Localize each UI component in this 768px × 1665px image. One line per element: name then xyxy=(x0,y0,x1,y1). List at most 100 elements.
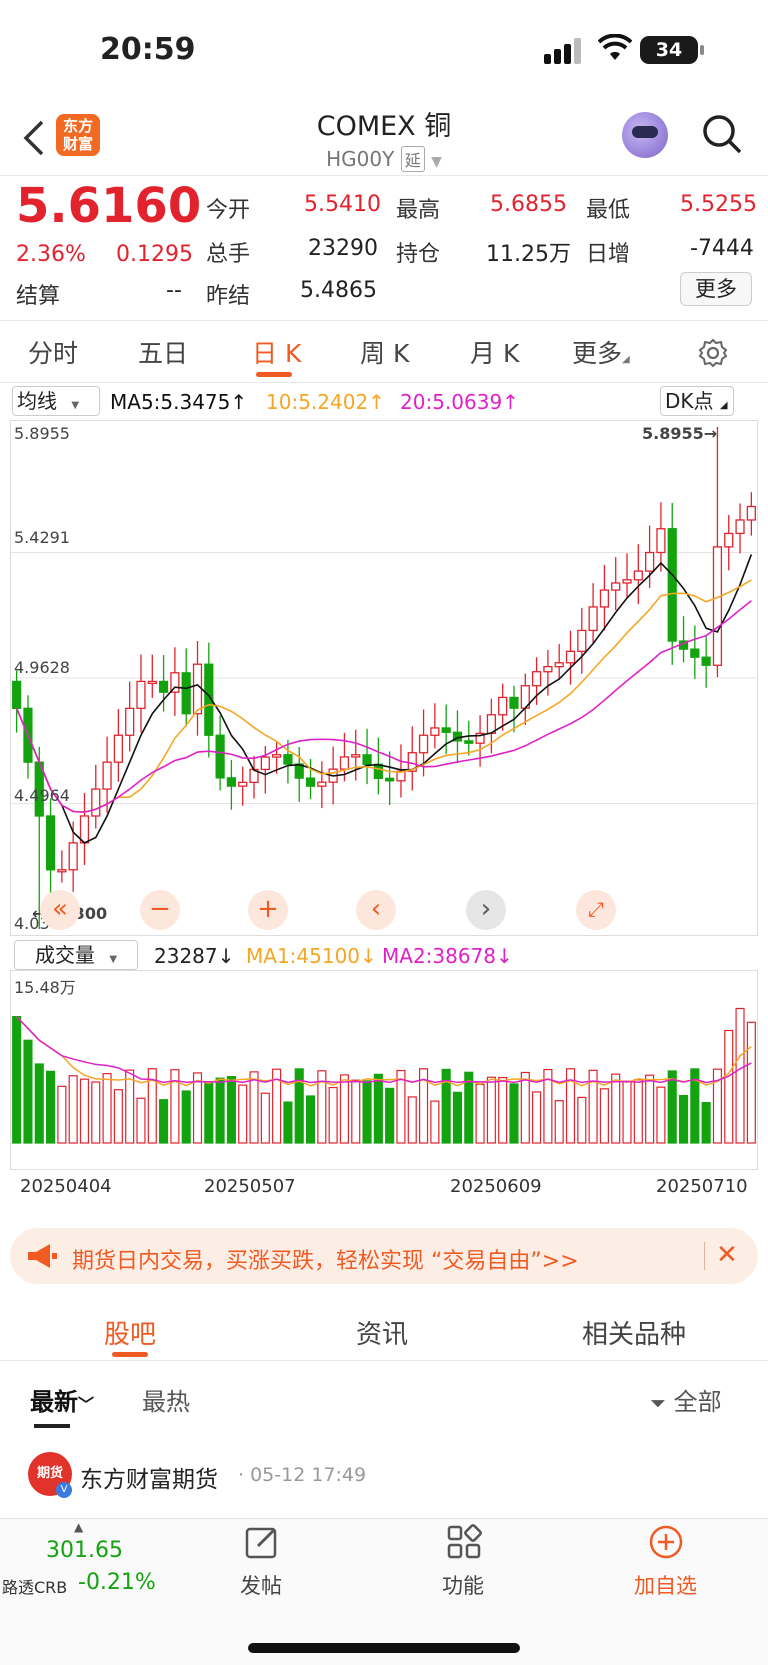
scroll-right-button[interactable]: › xyxy=(466,890,506,930)
volume-chart[interactable] xyxy=(10,970,758,1170)
kline-chart[interactable] xyxy=(10,420,758,936)
volume-bar xyxy=(678,1094,689,1144)
tab-daily-k[interactable]: 日 K xyxy=(252,334,301,370)
contract-code[interactable]: HG00Y 延 ▼ xyxy=(240,146,528,172)
post-button-label[interactable]: 发帖 xyxy=(240,1570,282,1600)
candle-body xyxy=(57,869,67,873)
banner-text[interactable]: 期货日内交易，买涨买跌，轻松实现 “交易自由”>> xyxy=(72,1243,579,1275)
battery-icon: 34 xyxy=(640,36,698,64)
gear-icon[interactable] xyxy=(698,338,728,368)
ma-selector[interactable]: 均线 ▼ xyxy=(12,386,100,416)
low-label: 最低 xyxy=(586,198,631,223)
settle-label: 结算 xyxy=(16,284,61,309)
volume-selector-label: 成交量 xyxy=(35,943,95,967)
date-label: 20250404 xyxy=(20,1176,112,1197)
candle-body xyxy=(622,579,632,584)
candle-body xyxy=(136,680,146,709)
candle-body xyxy=(724,532,734,548)
function-button-label[interactable]: 功能 xyxy=(442,1570,484,1600)
volume-bar xyxy=(238,1084,248,1144)
zoom-in-button[interactable]: + xyxy=(248,890,288,930)
candle-body xyxy=(113,734,123,763)
volume-ma1: MA1:45100↓ xyxy=(246,944,377,968)
volume-ma2-line xyxy=(16,1016,752,1084)
back-button[interactable] xyxy=(22,116,46,167)
scroll-left-far-button[interactable]: « xyxy=(40,890,80,930)
tab-news[interactable]: 资讯 xyxy=(356,1314,408,1351)
candle-body xyxy=(192,663,203,715)
add-circle-icon[interactable] xyxy=(648,1524,684,1560)
sort-underline xyxy=(34,1424,70,1428)
y-tick-label: 5.4291 xyxy=(14,528,70,547)
tab-five-day[interactable]: 五日 xyxy=(138,334,188,370)
divider xyxy=(0,382,768,383)
change-pct: 2.36% xyxy=(16,242,86,267)
sort-latest[interactable]: 最新﹀ xyxy=(30,1382,94,1417)
candle-body xyxy=(12,680,22,709)
close-icon[interactable]: ✕ xyxy=(716,1240,738,1270)
volume-bar xyxy=(645,1074,655,1144)
volume-bar xyxy=(362,1080,372,1144)
candle-body xyxy=(441,727,451,733)
candle-body xyxy=(543,665,553,673)
zoom-out-button[interactable]: − xyxy=(140,890,180,930)
volume-ma2: MA2:38678↓ xyxy=(382,944,513,968)
chevron-left-icon xyxy=(23,120,44,156)
candle-body xyxy=(272,754,282,758)
volume-bar xyxy=(520,1071,530,1144)
filter-icon: ⏷ xyxy=(650,1391,666,1415)
tab-weekly-k[interactable]: 周 K xyxy=(360,334,409,370)
volume-bar xyxy=(407,1096,417,1144)
ma20-line xyxy=(15,600,752,813)
page-title: COMEX 铜 xyxy=(316,111,452,142)
candle-body xyxy=(498,696,508,716)
candle-body xyxy=(701,656,711,666)
volume-bar xyxy=(136,1097,146,1144)
candle-body xyxy=(125,707,135,736)
fullscreen-button[interactable]: ⤢ xyxy=(576,890,616,930)
search-icon[interactable] xyxy=(702,114,742,154)
oi-value: 11.25万 xyxy=(486,242,571,267)
candle-body xyxy=(599,589,610,608)
tab-more[interactable]: 更多◢ xyxy=(572,334,630,370)
grid-icon[interactable] xyxy=(446,1524,482,1560)
candle-body xyxy=(746,505,756,521)
candle-body xyxy=(181,672,191,715)
more-button[interactable]: 更多 xyxy=(680,272,752,306)
candle-body xyxy=(226,777,237,787)
candle-body xyxy=(215,734,225,779)
index-value[interactable]: 301.65 xyxy=(46,1538,123,1563)
volume-bar xyxy=(475,1083,485,1144)
signal-icon xyxy=(544,38,581,64)
tab-guba[interactable]: 股吧 xyxy=(104,1314,156,1351)
date-label: 20250609 xyxy=(450,1176,542,1197)
candle-body xyxy=(79,815,90,844)
volume-bar xyxy=(102,1073,112,1144)
tab-intraday[interactable]: 分时 xyxy=(28,334,78,370)
candle-body xyxy=(430,727,440,736)
tab-related[interactable]: 相关品种 xyxy=(582,1314,686,1351)
add-watchlist-label[interactable]: 加自选 xyxy=(634,1570,697,1600)
volume-bar xyxy=(46,1070,56,1144)
double-left-icon: « xyxy=(52,894,68,924)
candle-body xyxy=(351,754,361,758)
volume-label: 总手 xyxy=(206,242,251,267)
volume-bar xyxy=(577,1096,587,1144)
volume-bar xyxy=(701,1101,711,1144)
ma5-line xyxy=(15,554,753,844)
candle-body xyxy=(531,671,542,687)
prev-settle-label: 昨结 xyxy=(206,284,251,309)
volume-svg xyxy=(11,1007,757,1144)
candle-body xyxy=(588,606,598,632)
sort-hot[interactable]: 最热 xyxy=(142,1382,190,1417)
post-author[interactable]: 东方财富期货 xyxy=(80,1460,218,1494)
volume-selector[interactable]: 成交量 ▼ xyxy=(14,940,138,970)
scroll-left-button[interactable]: ‹ xyxy=(356,890,396,930)
dk-point-button[interactable]: DK点 ◢ xyxy=(660,386,734,416)
filter-button[interactable]: ⏷ 全部 xyxy=(650,1382,722,1417)
candle-body xyxy=(373,763,383,779)
volume-bar xyxy=(385,1087,395,1144)
edit-icon[interactable] xyxy=(244,1524,280,1560)
index-name: 路透CRB xyxy=(2,1578,68,1597)
tab-monthly-k[interactable]: 月 K xyxy=(470,334,519,370)
